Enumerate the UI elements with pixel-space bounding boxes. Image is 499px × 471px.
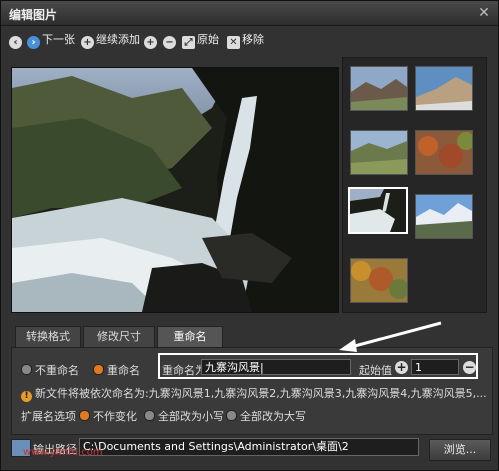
plus-icon: +	[81, 36, 94, 49]
zoom-out-icon: −	[163, 36, 176, 49]
rename-label: 重命名	[107, 364, 140, 377]
title-bar: 编辑图片 ✕	[1, 1, 498, 26]
radio-dot-selected	[93, 364, 104, 375]
thumbnail-3[interactable]	[350, 130, 408, 175]
ext-nochange-label: 不作变化	[93, 410, 137, 423]
rename-input[interactable]: 九寨沟风景|	[201, 359, 351, 375]
ext-upper-label: 全部改为大写	[240, 410, 306, 423]
window-title: 编辑图片	[9, 8, 58, 22]
thumbnail-5-selected[interactable]	[348, 187, 408, 234]
radio-dot-selected	[79, 410, 90, 421]
zoom-in-button[interactable]: +	[144, 31, 159, 49]
remove-icon: ✕	[227, 36, 240, 49]
ext-lower-radio[interactable]: 全部改为小写	[144, 408, 224, 424]
thumbnail-4[interactable]	[415, 130, 473, 175]
no-rename-label: 不重命名	[35, 364, 79, 377]
tab-rename[interactable]: 重命名	[157, 326, 223, 348]
rename-as-label: 重命名为	[162, 364, 206, 377]
prev-button[interactable]: ‹	[9, 31, 24, 49]
arrow-left-icon: ‹	[9, 36, 22, 49]
start-value-label: 起始值	[359, 364, 392, 377]
radio-dot	[226, 410, 237, 421]
ext-upper-radio[interactable]: 全部改为大写	[226, 408, 306, 424]
tab-label: 修改尺寸	[97, 330, 141, 343]
edit-image-window: 编辑图片 ✕ ‹ › 下一张 + 继续添加 + − ⤢ 原始 ✕ 移除 转换格式…	[0, 0, 499, 471]
thumbnail-panel	[342, 57, 487, 313]
thumbnail-6[interactable]	[415, 194, 473, 239]
tab-label: 转换格式	[26, 330, 70, 343]
next-button[interactable]: › 下一张	[27, 31, 75, 49]
ext-nochange-radio[interactable]: 不作变化	[79, 408, 137, 424]
output-bar: 输出路径 C:\Documents and Settings\Administr…	[1, 433, 498, 471]
fit-original-icon: ⤢	[182, 36, 195, 49]
output-path-input[interactable]: C:\Documents and Settings\Administrator\…	[79, 438, 419, 456]
rename-preview-text: ! 新文件将被依次命名为:九寨沟风景1,九寨沟风景2,九寨沟风景3,九寨沟风景4,…	[21, 385, 487, 402]
add-more-button[interactable]: + 继续添加	[81, 31, 140, 49]
arrow-right-icon: ›	[27, 36, 40, 49]
original-size-button[interactable]: ⤢ 原始	[182, 31, 219, 49]
thumbnail-7[interactable]	[350, 258, 408, 303]
tab-convert-format[interactable]: 转换格式	[15, 326, 81, 348]
decrement-icon[interactable]: −	[463, 361, 476, 374]
radio-dot	[21, 364, 32, 375]
start-value-input[interactable]: 1	[411, 359, 459, 375]
extension-option-label: 扩展名选项	[21, 410, 76, 423]
tab-resize[interactable]: 修改尺寸	[83, 326, 155, 348]
rename-radio[interactable]: 重命名	[93, 362, 140, 378]
thumbnail-2[interactable]	[415, 66, 473, 111]
browse-button[interactable]: 浏览...	[429, 439, 491, 461]
annotation-arrow	[339, 321, 442, 352]
next-label: 下一张	[42, 33, 75, 46]
remove-button[interactable]: ✕ 移除	[227, 31, 264, 49]
remove-label: 移除	[242, 33, 264, 46]
ext-lower-label: 全部改为小写	[158, 410, 224, 423]
toolbar: ‹ › 下一张 + 继续添加 + − ⤢ 原始 ✕ 移除	[1, 27, 498, 53]
no-rename-radio[interactable]: 不重命名	[21, 362, 79, 378]
radio-dot	[144, 410, 155, 421]
close-icon[interactable]: ✕	[476, 5, 492, 21]
preview-text: 新文件将被依次命名为:九寨沟风景1,九寨沟风景2,九寨沟风景3,九寨沟风景4,九…	[35, 387, 487, 400]
original-label: 原始	[197, 33, 219, 46]
thumbnail-1[interactable]	[350, 66, 408, 111]
watermark-text: www.ylmfu.com	[23, 447, 103, 458]
increment-icon[interactable]: +	[395, 361, 408, 374]
tab-label: 重命名	[173, 330, 207, 343]
zoom-in-icon: +	[144, 36, 157, 49]
zoom-out-button[interactable]: −	[163, 31, 178, 49]
add-label: 继续添加	[96, 33, 140, 46]
main-preview-image	[11, 67, 339, 313]
warning-icon: !	[21, 391, 32, 402]
